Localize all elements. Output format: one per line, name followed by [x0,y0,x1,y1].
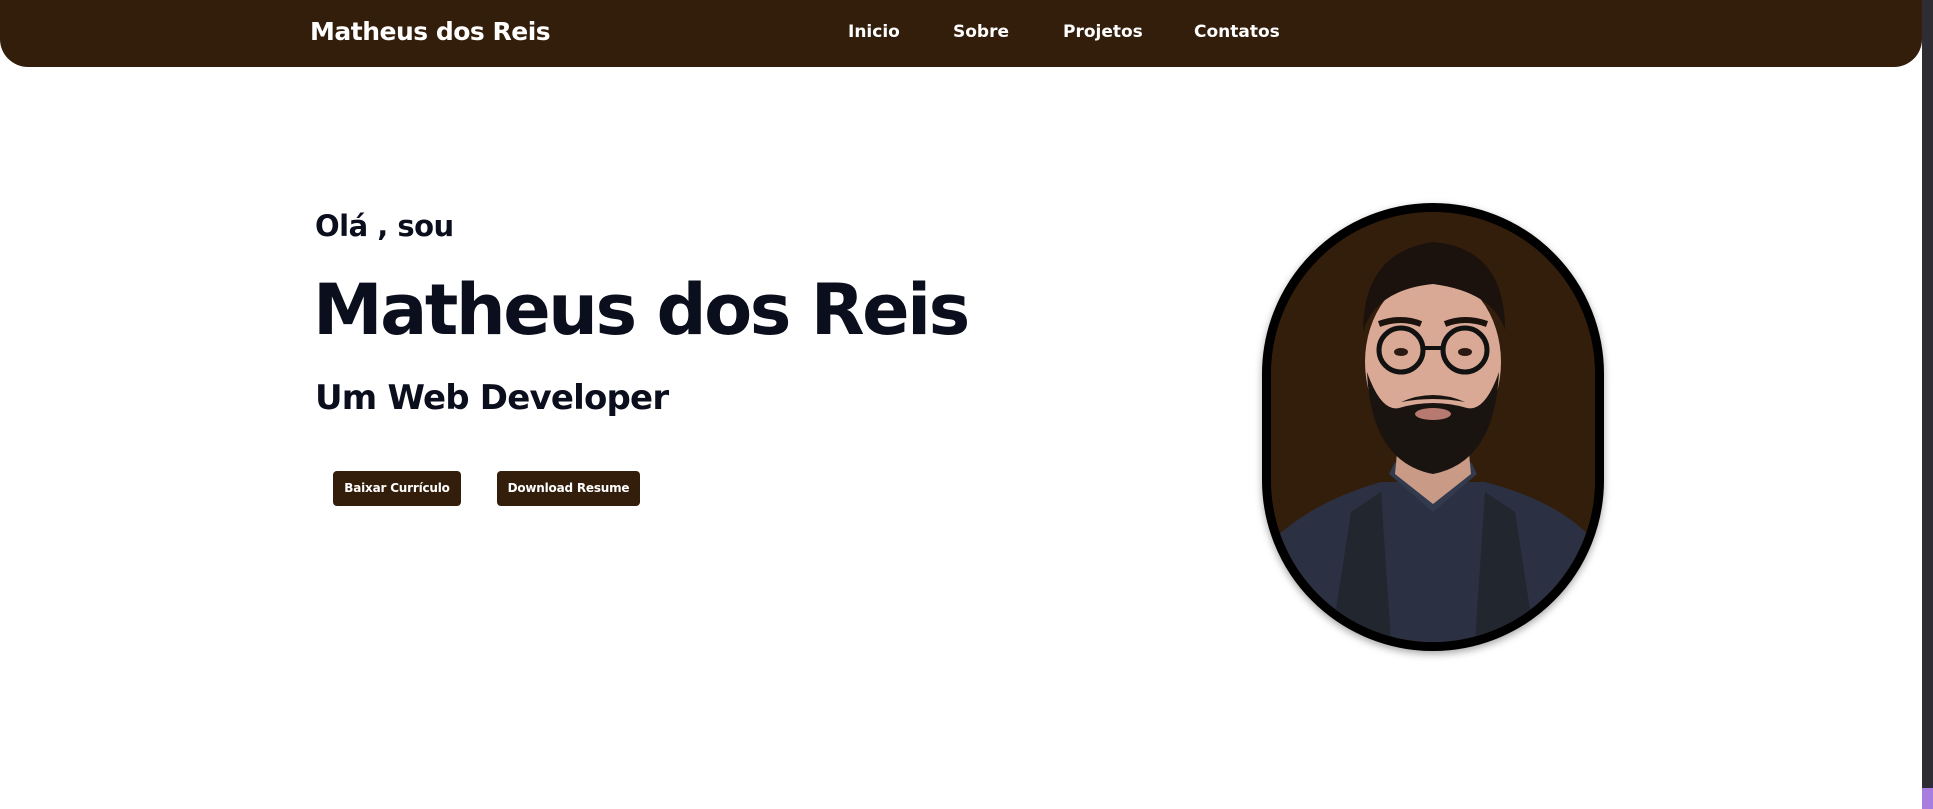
download-resume-button[interactable]: Download Resume [497,471,640,506]
hero-title: Matheus dos Reis [313,269,970,351]
scrollbar-track[interactable] [1922,0,1933,809]
profile-photo [1262,203,1604,651]
page: Matheus dos Reis Inicio Sobre Projetos C… [0,0,1933,809]
nav-contatos[interactable]: Contatos [1194,20,1280,44]
brand-logo[interactable]: Matheus dos Reis [310,15,551,49]
scrollbar-thumb[interactable] [1922,788,1933,809]
download-cv-button[interactable]: Baixar Currículo [333,471,461,506]
hero-greeting: Olá , sou [315,209,454,243]
nav-sobre[interactable]: Sobre [953,20,1009,44]
site-header: Matheus dos Reis Inicio Sobre Projetos C… [0,0,1922,67]
nav-projetos[interactable]: Projetos [1063,20,1143,44]
nav-inicio[interactable]: Inicio [848,20,900,44]
hero-subtitle: Um Web Developer [315,378,669,418]
profile-photo-icon [1271,212,1595,642]
